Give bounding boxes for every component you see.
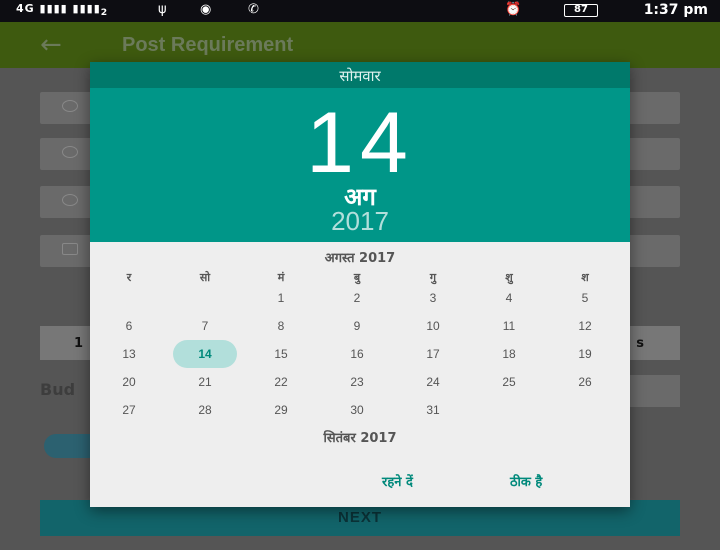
calendar-day[interactable]: 1: [243, 284, 319, 312]
field-icon: [62, 100, 78, 112]
calendar-day[interactable]: 21: [167, 368, 243, 396]
calendar-day[interactable]: 10: [395, 312, 471, 340]
calendar-day[interactable]: 19: [547, 340, 623, 368]
clock: 1:37 pm: [643, 2, 708, 18]
calendar-day[interactable]: 11: [471, 312, 547, 340]
page-title: Post Requirement: [122, 34, 294, 56]
network-type-label: 4G: [16, 2, 35, 15]
calendar-day[interactable]: 22: [243, 368, 319, 396]
alarm-icon: ⏰: [505, 2, 522, 17]
calendar-day[interactable]: 28: [167, 396, 243, 424]
calendar-day[interactable]: 31: [395, 396, 471, 424]
calendar-day[interactable]: 12: [547, 312, 623, 340]
field-icon: [62, 243, 78, 255]
calendar-day[interactable]: 30: [319, 396, 395, 424]
calendar-day[interactable]: 26: [547, 368, 623, 396]
calendar-day[interactable]: 6: [91, 312, 167, 340]
calendar-day[interactable]: 24: [395, 368, 471, 396]
calendar-grid: 1 2 3 4 5 6 7 8 9 10 11 12 13 14 15 16 17 18 19 20 21 22 23 24 2…: [90, 62, 630, 507]
option-button-label: s: [636, 336, 644, 351]
calendar-day[interactable]: 3: [395, 284, 471, 312]
hotspot-icon: ◉: [200, 2, 212, 17]
calendar-day[interactable]: 18: [471, 340, 547, 368]
calendar-day[interactable]: 15: [243, 340, 319, 368]
signal-indicator: 4G ▮▮▮▮ ▮▮▮▮2: [16, 2, 109, 19]
sim-number: 2: [100, 7, 109, 19]
calendar-day[interactable]: 20: [91, 368, 167, 396]
calendar-day[interactable]: 5: [547, 284, 623, 312]
battery-icon: 87: [564, 4, 598, 17]
calendar-day[interactable]: 4: [471, 284, 547, 312]
calendar-day[interactable]: 2: [319, 284, 395, 312]
budget-label: Bud: [40, 380, 76, 399]
status-bar: 4G ▮▮▮▮ ▮▮▮▮2 ψ ◉ ✆ ⏰ 87 1:37 pm: [0, 0, 720, 22]
calendar-day-selected[interactable]: 14: [167, 340, 243, 368]
calendar-day[interactable]: 9: [319, 312, 395, 340]
calendar-day[interactable]: 27: [91, 396, 167, 424]
calendar-day[interactable]: 17: [395, 340, 471, 368]
usb-icon: ψ: [158, 2, 167, 17]
calendar-day[interactable]: 13: [91, 340, 167, 368]
call-icon: ✆: [248, 2, 259, 17]
calendar-day[interactable]: 23: [319, 368, 395, 396]
calendar-day[interactable]: 29: [243, 396, 319, 424]
calendar-day[interactable]: 25: [471, 368, 547, 396]
field-icon: [62, 146, 78, 158]
calendar-day[interactable]: 16: [319, 340, 395, 368]
calendar-day[interactable]: 8: [243, 312, 319, 340]
field-icon: [62, 194, 78, 206]
date-picker-dialog: सोमवार 14 अग 2017 अगस्त 2017 र सो मं बु गु शु…: [90, 62, 630, 507]
calendar-day[interactable]: 7: [167, 312, 243, 340]
budget-field: [630, 375, 680, 407]
back-arrow-icon[interactable]: ←: [40, 30, 62, 60]
